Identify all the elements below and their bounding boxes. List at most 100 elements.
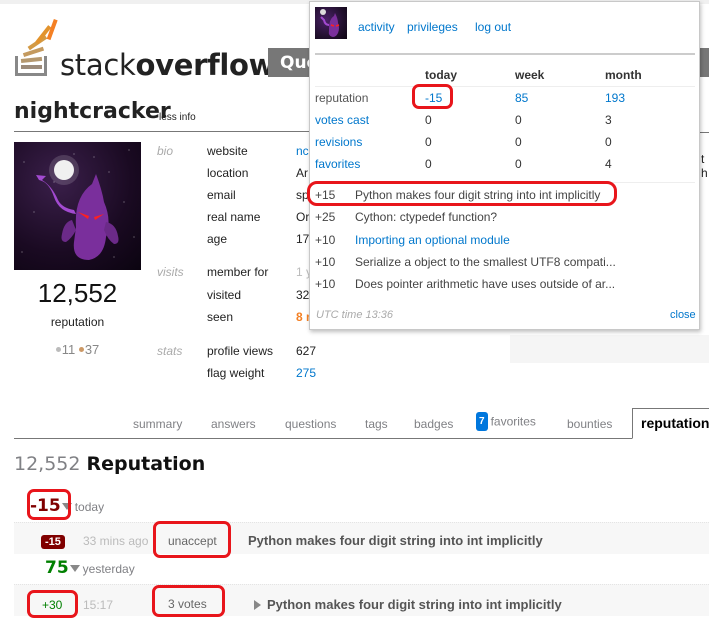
reputation-week[interactable]: 85 — [515, 91, 528, 105]
activity-points: +10 — [315, 255, 336, 269]
column-header-week: week — [515, 68, 545, 82]
popup-close-link[interactable]: close — [670, 309, 696, 321]
field-label-location: location — [207, 166, 249, 180]
row-label-revisions[interactable]: revisions — [315, 135, 362, 149]
field-label-website: website — [207, 144, 248, 158]
popup-avatar[interactable] — [315, 7, 347, 39]
site-logo[interactable]: stackoverflow — [14, 16, 275, 82]
activity-post-title[interactable]: Importing an optional module — [355, 233, 510, 247]
favorites-today: 0 — [425, 157, 432, 171]
tab-reputation[interactable]: reputation — [632, 408, 709, 439]
day-total: 75 — [45, 558, 69, 578]
activity-post-title[interactable]: Cython: ctypedef function? — [355, 210, 497, 224]
field-value-website[interactable]: nc — [296, 144, 309, 158]
column-header-today: today — [425, 68, 458, 82]
field-value-profile-views: 627 — [296, 344, 317, 358]
profile-tabs: summary answers questions tags badges 7f… — [14, 408, 709, 439]
reputation-today[interactable]: -15 — [425, 91, 442, 105]
expand-arrow-icon[interactable] — [254, 599, 261, 610]
activity-post-title[interactable]: Serialize a object to the smallest UTF8 … — [355, 255, 616, 269]
section-label-visits: visits — [157, 265, 184, 279]
revisions-today: 0 — [425, 135, 432, 149]
reputation-event-row[interactable]: -15 33 mins ago unaccept Python makes fo… — [14, 522, 709, 554]
reputation-heading: 12,552 Reputation — [14, 453, 205, 475]
field-value-visited: 32 — [296, 288, 310, 302]
activity-points: +25 — [315, 210, 336, 224]
activity-post-title[interactable]: Does pointer arithmetic have uses outsid… — [355, 277, 615, 291]
silver-badge-icon — [55, 347, 61, 353]
silver-badge-count: 11 — [61, 342, 76, 357]
tab-tags[interactable]: tags — [365, 417, 388, 431]
tab-favorites[interactable]: 7 favorites — [476, 412, 536, 432]
revisions-week: 0 — [515, 135, 522, 149]
revisions-month: 0 — [605, 135, 612, 149]
bronze-badge-icon — [78, 347, 84, 353]
event-points: -15 — [41, 535, 65, 549]
tab-summary[interactable]: summary — [133, 417, 182, 431]
badge-counts: 11 37 — [14, 342, 141, 357]
votes-cast-week: 0 — [515, 113, 522, 127]
collapse-arrow-icon[interactable] — [69, 565, 80, 573]
field-label-seen: seen — [207, 310, 234, 324]
day-group-today[interactable]: -15 today — [30, 496, 104, 516]
favorites-month: 4 — [605, 157, 612, 171]
section-label-stats: stats — [157, 344, 183, 358]
reputation-event-row[interactable]: +30 15:17 3 votes Python makes four digi… — [14, 584, 709, 616]
divider — [14, 131, 314, 132]
tab-questions[interactable]: questions — [285, 417, 336, 431]
day-group-yesterday[interactable]: 75 yesterday — [30, 558, 135, 578]
field-value-flag-weight[interactable]: 275 — [296, 366, 316, 380]
about-me-partial-text: t h — [701, 152, 708, 180]
event-type: 3 votes — [168, 597, 207, 611]
field-label-email: email — [207, 188, 236, 202]
field-label-visited: visited — [207, 288, 242, 302]
reputation-title: Reputation — [86, 453, 206, 475]
activity-points: +10 — [315, 233, 336, 247]
field-label-member-for: member for — [207, 265, 269, 279]
profile-side-panel — [510, 335, 709, 363]
row-label-reputation: reputation — [315, 91, 369, 105]
field-label-profile-views: profile views — [207, 344, 274, 358]
event-points: +30 — [42, 598, 63, 612]
activity-points: +15 — [315, 188, 336, 202]
row-label-favorites[interactable]: favorites — [315, 157, 360, 171]
divider — [700, 132, 709, 133]
bronze-badge-count: 37 — [84, 342, 100, 357]
activity-post-title[interactable]: Python makes four digit string into int … — [355, 188, 600, 202]
votes-cast-today: 0 — [425, 113, 432, 127]
field-label-age: age — [207, 232, 228, 246]
field-value-email: sp — [296, 188, 309, 202]
popup-link-log-out[interactable]: log out — [475, 20, 511, 34]
row-label-votes-cast[interactable]: votes cast — [315, 113, 369, 127]
devil-avatar-icon — [21, 149, 135, 260]
tab-answers[interactable]: answers — [211, 417, 256, 431]
favorites-week: 0 — [515, 157, 522, 171]
tab-bounties[interactable]: bounties — [567, 417, 612, 431]
activity-points: +10 — [315, 277, 336, 291]
reputation-popup: activity privileges log out today week m… — [309, 1, 700, 330]
event-post-title[interactable]: Python makes four digit string into int … — [254, 597, 562, 612]
column-header-month: month — [605, 68, 642, 82]
reputation-month[interactable]: 193 — [605, 91, 625, 105]
event-post-title[interactable]: Python makes four digit string into int … — [248, 533, 543, 548]
popup-link-privileges[interactable]: privileges — [407, 20, 458, 34]
collapse-arrow-icon[interactable] — [61, 503, 72, 511]
divider — [315, 53, 695, 55]
divider — [315, 182, 695, 183]
event-time: 33 mins ago — [83, 534, 149, 548]
tab-favorites-label: favorites — [490, 414, 536, 429]
reputation-score: 12,552 — [37, 278, 118, 308]
reputation-label: reputation — [50, 315, 105, 329]
tab-badges[interactable]: badges — [414, 417, 453, 431]
event-type: unaccept — [168, 534, 217, 548]
field-label-flag-weight: flag weight — [207, 366, 265, 380]
stack-logo-icon — [15, 18, 58, 76]
utc-time: UTC time 13:36 — [316, 309, 394, 321]
popup-link-activity[interactable]: activity — [358, 20, 395, 34]
field-label-real-name: real name — [207, 210, 261, 224]
votes-cast-month: 3 — [605, 113, 612, 127]
nav-button-right-partial[interactable] — [700, 48, 709, 77]
nav-questions-button[interactable]: Que — [268, 48, 312, 77]
less-info-link[interactable]: less info — [159, 112, 196, 123]
day-label: yesterday — [82, 562, 135, 576]
